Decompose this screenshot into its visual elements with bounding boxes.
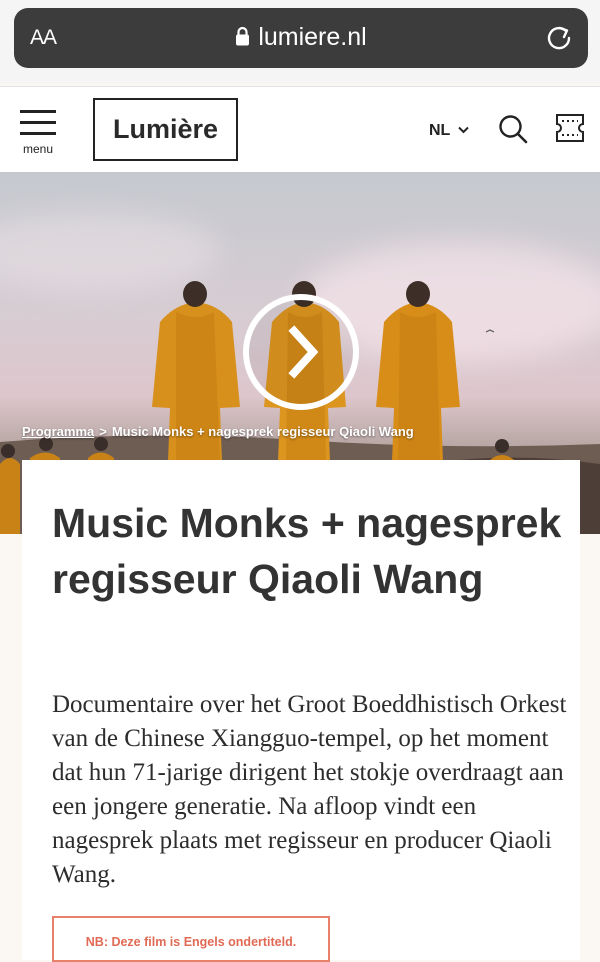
browser-toolbar: AA lumiere.nl	[0, 0, 600, 84]
breadcrumb-current: Music Monks + nagesprek regisseur Qiaoli…	[111, 424, 414, 439]
breadcrumb-programma-link[interactable]: Programma	[22, 424, 94, 439]
address-bar[interactable]: AA lumiere.nl	[14, 8, 588, 68]
menu-button[interactable]: menu	[18, 107, 58, 157]
hamburger-line	[20, 132, 56, 135]
chevron-down-icon	[457, 126, 469, 134]
menu-label: menu	[22, 142, 54, 156]
ticket-icon[interactable]	[554, 112, 586, 144]
language-selector[interactable]: NL	[429, 122, 469, 140]
url-display[interactable]: lumiere.nl	[14, 23, 588, 52]
reload-icon[interactable]	[544, 22, 574, 52]
site-header: menu Lumière NL	[0, 86, 600, 173]
language-label: NL	[429, 122, 451, 139]
hamburger-icon	[20, 110, 56, 113]
search-icon[interactable]	[497, 113, 529, 145]
breadcrumb-separator: >	[99, 424, 107, 439]
lock-icon	[236, 26, 250, 46]
subtitle-note: NB: Deze film is Engels ondertiteld.	[52, 916, 330, 962]
film-title: Music Monks + nagesprek regisseur Qiaoli…	[52, 500, 562, 602]
site-logo[interactable]: Lumière	[93, 98, 238, 161]
url-text: lumiere.nl	[258, 23, 367, 51]
film-description: Documentaire over het Groot Boeddhistisc…	[52, 691, 567, 888]
hamburger-line	[20, 121, 56, 124]
film-info-card: Music Monks + nagesprek regisseur Qiaoli…	[22, 460, 580, 962]
breadcrumb: Programma > Music Monks + nagesprek regiss…	[22, 424, 414, 439]
play-video-button[interactable]	[242, 293, 360, 411]
